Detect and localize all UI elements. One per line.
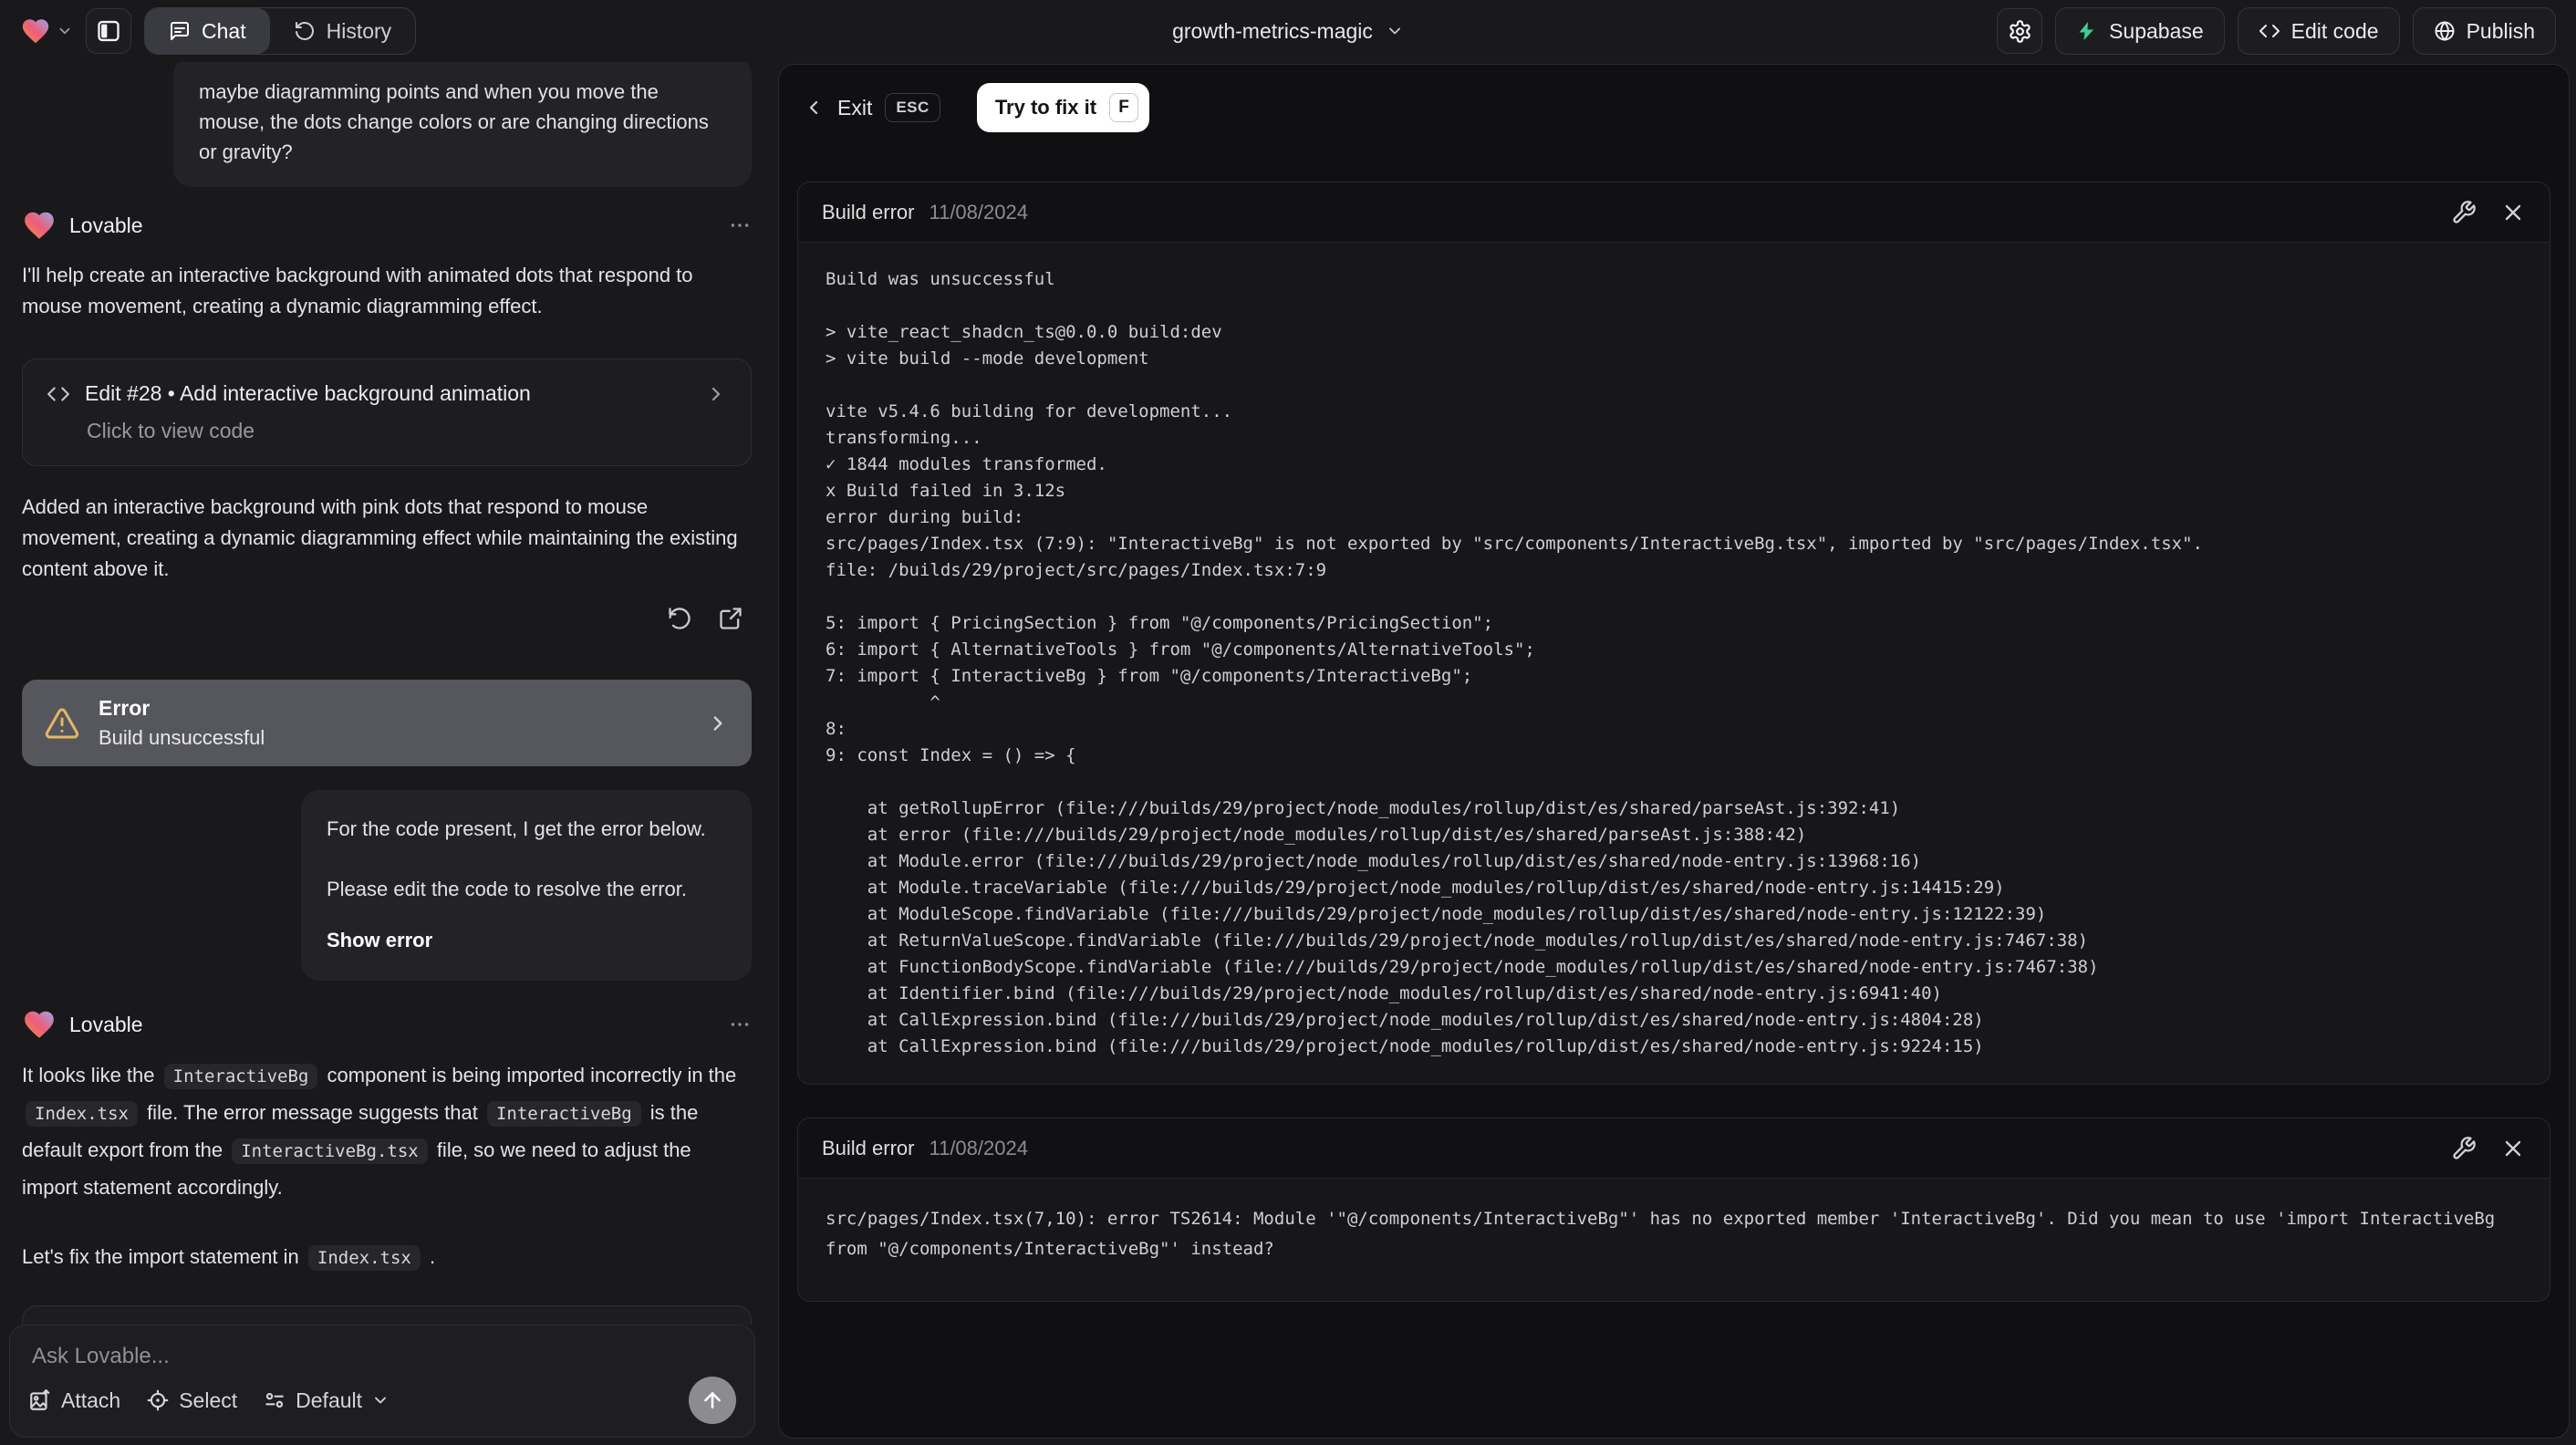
lovable-heart-icon bbox=[20, 16, 51, 47]
publish-label: Publish bbox=[2466, 18, 2535, 43]
assistant-result-text: Added an interactive background with pin… bbox=[22, 495, 738, 580]
lovable-avatar bbox=[22, 1007, 57, 1042]
user-message: For the code present, I get the error be… bbox=[301, 790, 752, 981]
lovable-logo-menu[interactable] bbox=[20, 16, 73, 47]
close-icon[interactable] bbox=[2500, 200, 2526, 225]
chevron-left-icon bbox=[803, 97, 825, 119]
build-error-log: Build was unsuccessful > vite_react_shad… bbox=[826, 269, 2203, 1056]
more-options-icon[interactable] bbox=[728, 213, 752, 237]
tab-chat-label: Chat bbox=[202, 18, 246, 43]
project-switcher[interactable]: growth-metrics-magic bbox=[1172, 19, 1404, 44]
assistant-header: Lovable bbox=[22, 205, 752, 245]
build-error-card[interactable]: Error Build unsuccessful bbox=[22, 680, 752, 766]
chat-panel: maybe diagramming points and when you mo… bbox=[0, 62, 774, 1445]
build-error-panel-2: Build error 11/08/2024 src/pages/Index.t… bbox=[797, 1118, 2550, 1302]
attach-label: Attach bbox=[61, 1388, 121, 1412]
tab-history[interactable]: History bbox=[270, 8, 416, 54]
assistant-intro-text: I'll help create an interactive backgrou… bbox=[22, 264, 693, 317]
chevron-right-icon bbox=[706, 712, 730, 735]
project-name: growth-metrics-magic bbox=[1172, 18, 1373, 43]
supabase-label: Supabase bbox=[2109, 18, 2204, 43]
model-label: Default bbox=[296, 1388, 363, 1412]
wrench-icon[interactable] bbox=[2451, 200, 2477, 225]
assistant-name: Lovable bbox=[69, 213, 143, 237]
topbar: Chat History growth-metrics-magic Supaba… bbox=[0, 0, 2576, 62]
esc-key-badge: ESC bbox=[885, 93, 940, 122]
user-message-line: For the code present, I get the error be… bbox=[327, 817, 706, 840]
user-message-line: Please edit the code to resolve the erro… bbox=[327, 878, 688, 900]
edit-code-label: Edit code bbox=[2290, 18, 2379, 43]
f-key-badge: F bbox=[1109, 93, 1139, 122]
edit-28-title: Edit #28 • Add interactive background an… bbox=[85, 381, 531, 405]
code-brackets-icon bbox=[47, 382, 70, 406]
assistant-name: Lovable bbox=[69, 1012, 143, 1036]
open-preview-icon[interactable] bbox=[710, 598, 752, 639]
sidebar-toggle-button[interactable] bbox=[86, 8, 131, 54]
try-to-fix-label: Try to fix it bbox=[994, 96, 1097, 119]
edit-29-card[interactable]: Edit #29 • Fix import error for Interact… bbox=[22, 1305, 752, 1325]
model-selector[interactable]: Default bbox=[263, 1388, 390, 1413]
sliders-icon bbox=[263, 1388, 286, 1412]
assistant-header: Lovable bbox=[22, 1004, 752, 1045]
assistant-fix-text-2: Let's fix the import statement in Index.… bbox=[22, 1239, 752, 1276]
show-error-link[interactable]: Show error bbox=[327, 925, 726, 955]
send-button[interactable] bbox=[689, 1377, 736, 1424]
error-card-title: Error bbox=[99, 696, 151, 720]
panel-left-icon bbox=[96, 18, 121, 44]
error-workspace-panel: Exit ESC Try to fix it F Build error 11/… bbox=[778, 64, 2570, 1439]
arrow-up-icon bbox=[701, 1388, 724, 1412]
more-options-icon[interactable] bbox=[728, 1013, 752, 1036]
tab-chat[interactable]: Chat bbox=[145, 8, 270, 54]
settings-button[interactable] bbox=[1997, 8, 2043, 54]
chevron-down-icon bbox=[57, 23, 73, 39]
edit-code-button[interactable]: Edit code bbox=[2237, 7, 2400, 55]
supabase-bolt-icon bbox=[2076, 20, 2098, 42]
select-target-icon bbox=[146, 1388, 170, 1412]
wrench-icon[interactable] bbox=[2451, 1136, 2477, 1161]
history-icon bbox=[294, 20, 316, 42]
warning-triangle-icon bbox=[44, 705, 80, 742]
build-error-date: 11/08/2024 bbox=[929, 1136, 1028, 1159]
tab-history-label: History bbox=[326, 18, 392, 43]
build-error-log: src/pages/Index.tsx(7,10): error TS2614:… bbox=[826, 1209, 2506, 1259]
build-error-date: 11/08/2024 bbox=[929, 200, 1028, 224]
build-error-panel-1: Build error 11/08/2024 Build was unsucce… bbox=[797, 182, 2550, 1085]
chevron-down-icon bbox=[1386, 22, 1404, 40]
edit-28-subtitle: Click to view code bbox=[87, 419, 255, 442]
build-error-title: Build error bbox=[822, 1136, 915, 1159]
message-actions bbox=[22, 598, 752, 639]
workspace-header: Exit ESC Try to fix it F bbox=[779, 65, 2569, 145]
close-icon[interactable] bbox=[2500, 1136, 2526, 1161]
restore-icon[interactable] bbox=[659, 598, 701, 639]
globe-icon bbox=[2434, 20, 2456, 42]
build-error-header: Build error 11/08/2024 bbox=[798, 182, 2550, 243]
lovable-avatar bbox=[22, 208, 57, 243]
try-to-fix-button[interactable]: Try to fix it F bbox=[976, 83, 1150, 132]
chat-input-box: Attach Select Default bbox=[9, 1325, 755, 1438]
build-error-header: Build error 11/08/2024 bbox=[798, 1118, 2550, 1179]
attach-button[interactable]: Attach bbox=[28, 1388, 120, 1413]
chat-messages: maybe diagramming points and when you mo… bbox=[0, 62, 774, 1325]
gear-icon bbox=[2008, 19, 2032, 44]
publish-button[interactable]: Publish bbox=[2412, 7, 2556, 55]
error-card-subtitle: Build unsuccessful bbox=[99, 726, 265, 749]
chat-bubble-icon bbox=[169, 20, 191, 42]
select-label: Select bbox=[179, 1388, 238, 1412]
chat-history-tabs: Chat History bbox=[144, 7, 417, 55]
user-message: maybe diagramming points and when you mo… bbox=[173, 62, 752, 187]
attach-image-icon bbox=[28, 1388, 52, 1412]
chevron-down-icon bbox=[371, 1391, 390, 1409]
exit-label: Exit bbox=[837, 95, 873, 120]
select-button[interactable]: Select bbox=[146, 1388, 237, 1413]
ask-lovable-input[interactable] bbox=[32, 1344, 732, 1380]
assistant-fix-text: It looks like the InteractiveBg componen… bbox=[22, 1064, 737, 1199]
supabase-button[interactable]: Supabase bbox=[2055, 7, 2225, 55]
chevron-right-icon bbox=[705, 383, 727, 405]
code-brackets-icon bbox=[2259, 20, 2280, 42]
build-error-title: Build error bbox=[822, 200, 915, 224]
exit-button[interactable]: Exit ESC bbox=[803, 93, 940, 122]
edit-28-card[interactable]: Edit #28 • Add interactive background an… bbox=[22, 359, 752, 466]
